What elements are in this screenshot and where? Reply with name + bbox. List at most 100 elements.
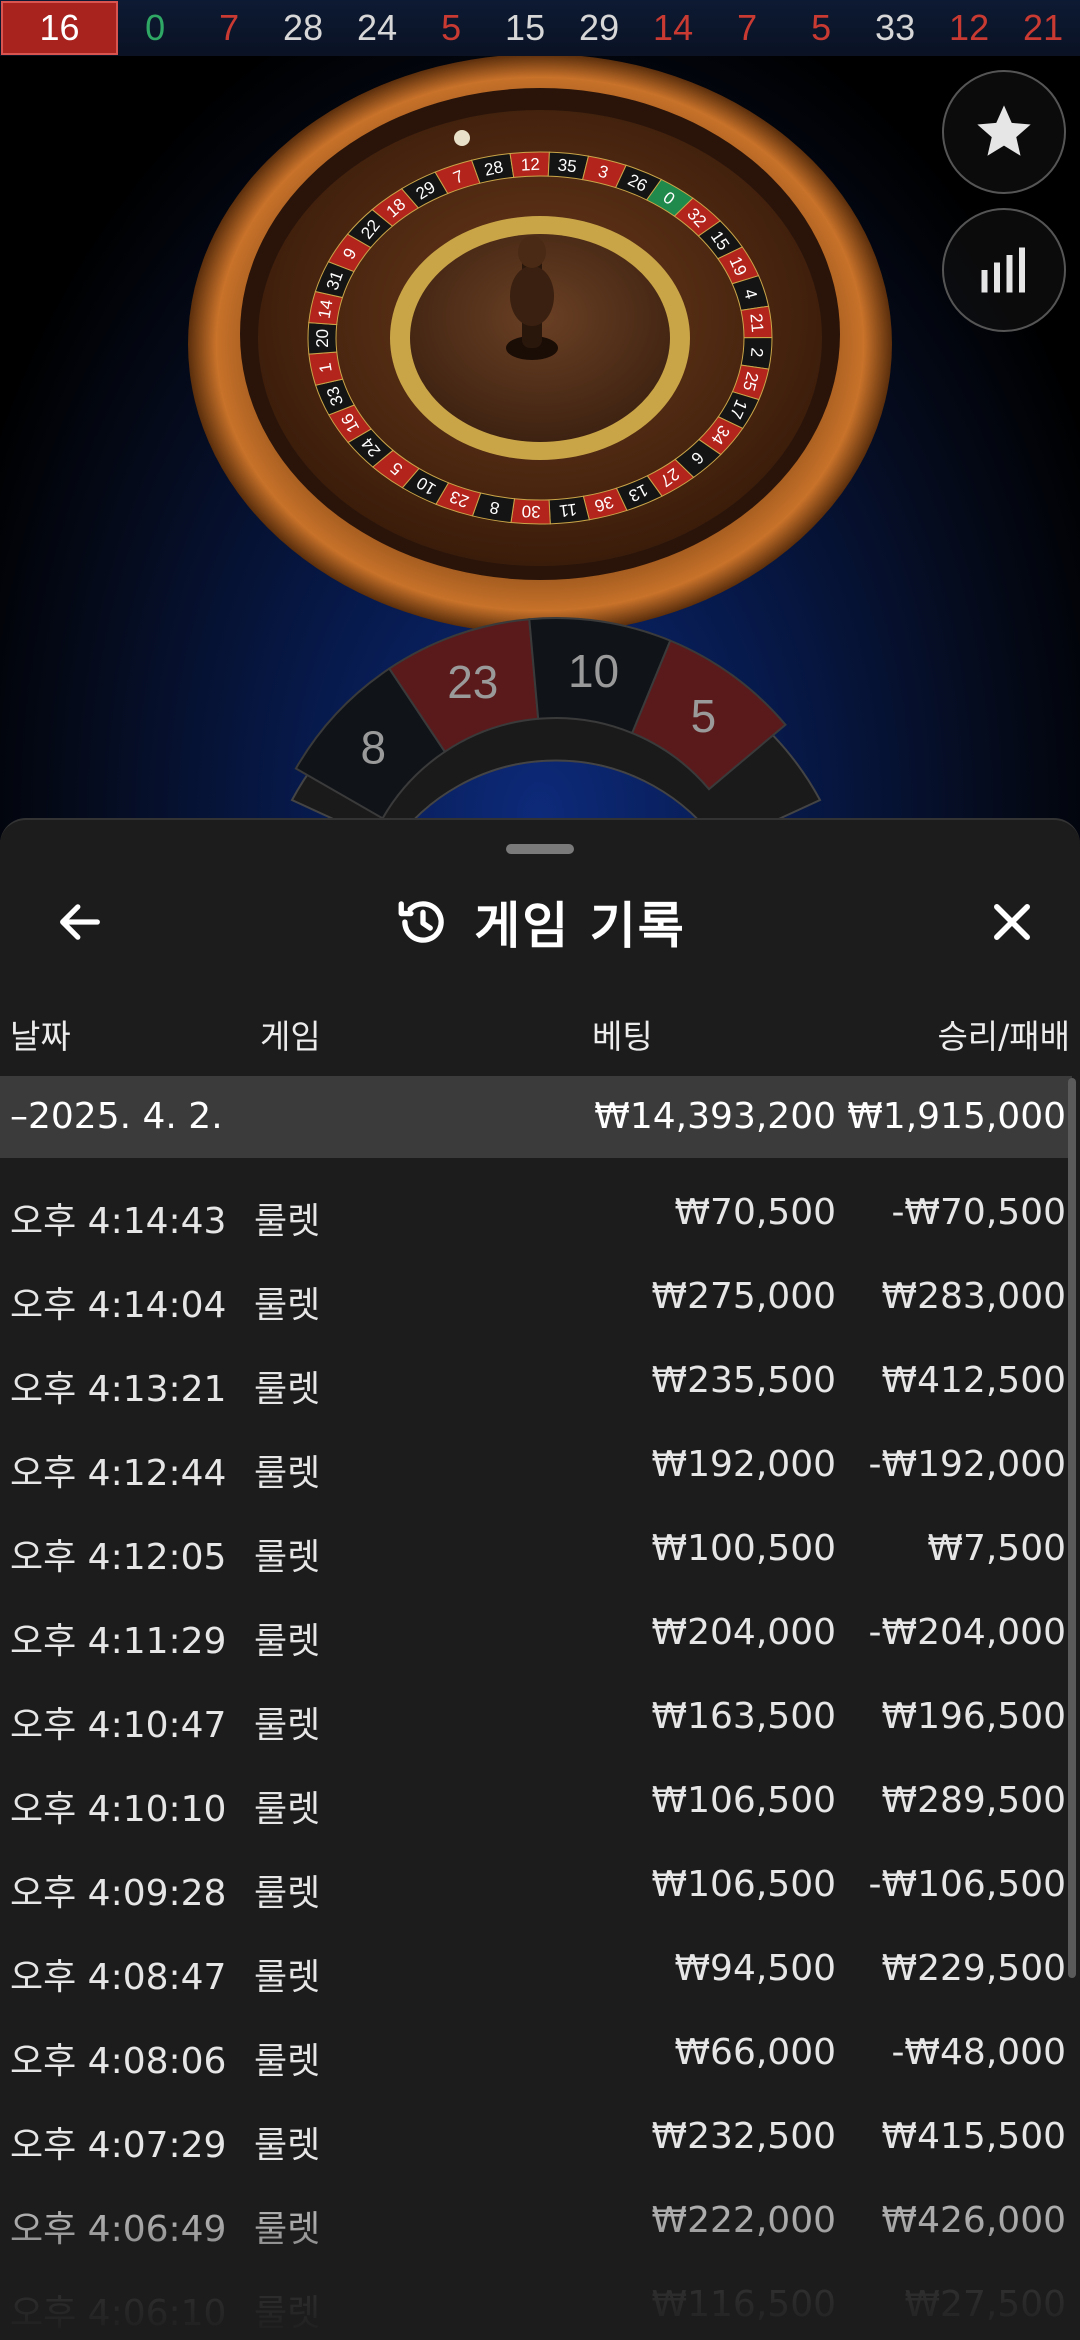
round-bet: ₩66,000 <box>674 2032 836 2073</box>
history-row[interactable]: 오후 4:06:49 룰렛 ₩222,000 ₩426,000 <box>0 2178 1072 2262</box>
round-win-loss: ₩289,500 <box>881 1780 1066 1821</box>
round-time: 오후 4:06:10 <box>10 2293 227 2334</box>
close-icon <box>994 904 1030 940</box>
wheel-turret-top <box>518 236 546 268</box>
round-bet: ₩70,500 <box>674 1192 836 1233</box>
history-row[interactable]: 오후 4:09:28 룰렛 ₩106,500 -₩106,500 <box>0 1842 1072 1926</box>
history-row[interactable]: 오후 4:12:44 룰렛 ₩192,000 -₩192,000 <box>0 1422 1072 1506</box>
round-win-loss: ₩283,000 <box>881 1276 1066 1317</box>
statistics-button[interactable] <box>942 208 1066 332</box>
round-game: 룰렛 <box>254 1621 321 1662</box>
history-row[interactable]: 오후 4:12:05 룰렛 ₩100,500 ₩7,500 <box>0 1506 1072 1590</box>
roulette-ball <box>454 130 470 146</box>
column-header-game: 게임 <box>260 1017 321 1056</box>
round-game: 룰렛 <box>254 1957 321 1998</box>
wheel-number: 11 <box>558 499 578 520</box>
round-win-loss: -₩48,000 <box>891 2032 1066 2073</box>
round-bet: ₩275,000 <box>651 1276 836 1317</box>
game-history-panel: 게임 기록 날짜 게임 베팅 승리/패배 –2025. 4. 2. ₩14,39… <box>0 818 1080 2340</box>
round-time: 오후 4:10:47 <box>10 1705 227 1746</box>
result-number: 15 <box>505 7 546 48</box>
history-row[interactable]: 오후 4:10:47 룰렛 ₩163,500 ₩196,500 <box>0 1674 1072 1758</box>
round-time: 오후 4:07:29 <box>10 2125 227 2166</box>
racetrack-number: 23 <box>447 656 498 708</box>
round-game: 룰렛 <box>254 1453 321 1494</box>
result-number: 24 <box>357 7 398 48</box>
history-row[interactable]: 오후 4:08:47 룰렛 ₩94,500 ₩229,500 <box>0 1926 1072 2010</box>
round-game: 룰렛 <box>254 2041 321 2082</box>
round-time: 오후 4:14:04 <box>10 1285 227 1326</box>
result-number: 7 <box>737 7 758 48</box>
round-game: 룰렛 <box>254 1705 321 1746</box>
history-row[interactable]: 오후 4:06:10 룰렛 ₩116,500 ₩27,500 <box>0 2262 1072 2340</box>
date-group-label: –2025. 4. 2. <box>10 1096 223 1137</box>
round-time: 오후 4:13:21 <box>10 1369 227 1410</box>
history-row[interactable]: 오후 4:11:29 룰렛 ₩204,000 -₩204,000 <box>0 1590 1072 1674</box>
history-row[interactable]: 오후 4:08:06 룰렛 ₩66,000 -₩48,000 <box>0 2010 1072 2094</box>
round-win-loss: -₩192,000 <box>868 1444 1066 1485</box>
favorites-button[interactable] <box>942 70 1066 194</box>
history-row[interactable]: 오후 4:14:43 룰렛 ₩70,500 -₩70,500 <box>0 1170 1072 1254</box>
result-number: 5 <box>441 7 462 48</box>
panel-header: 게임 기록 <box>0 872 1080 972</box>
history-row[interactable]: 오후 4:14:04 룰렛 ₩275,000 ₩283,000 <box>0 1254 1072 1338</box>
result-number: 5 <box>811 7 832 48</box>
result-number: 29 <box>579 7 620 48</box>
round-time: 오후 4:14:43 <box>10 1201 227 1242</box>
wheel-number: 28 <box>483 157 506 180</box>
wheel-number: 14 <box>315 298 337 320</box>
round-game: 룰렛 <box>254 1369 321 1410</box>
game-video-area: 0 32 15 19 4 21 2 25 17 34 6 27 13 36 11 30 8 23 10 5 24 16 33… <box>0 56 1080 856</box>
round-game: 룰렛 <box>254 1285 321 1326</box>
round-bet: ₩232,500 <box>651 2116 836 2157</box>
wheel-number: 12 <box>520 155 540 175</box>
round-bet: ₩235,500 <box>651 1360 836 1401</box>
round-game: 룰렛 <box>254 2293 321 2334</box>
history-row[interactable]: 오후 4:13:21 룰렛 ₩235,500 ₩412,500 <box>0 1338 1072 1422</box>
round-bet: ₩222,000 <box>651 2200 836 2241</box>
round-win-loss: ₩412,500 <box>881 1360 1066 1401</box>
result-number: 33 <box>875 7 916 48</box>
drag-handle[interactable] <box>506 844 574 854</box>
history-row[interactable]: 오후 4:10:10 룰렛 ₩106,500 ₩289,500 <box>0 1758 1072 1842</box>
wheel-number: 35 <box>557 155 578 176</box>
wheel-number: 2 <box>747 347 767 358</box>
round-win-loss: ₩229,500 <box>881 1948 1066 1989</box>
round-win-loss: -₩70,500 <box>891 1192 1066 1233</box>
round-bet: ₩106,500 <box>651 1864 836 1905</box>
round-game: 룰렛 <box>254 2209 321 2250</box>
date-group-row[interactable]: –2025. 4. 2. ₩14,393,200 ₩1,915,000 <box>0 1076 1072 1158</box>
wheel-turret-knob <box>510 266 554 326</box>
wheel-number: 20 <box>313 329 332 348</box>
panel-title-group: 게임 기록 <box>0 872 1080 972</box>
roulette-wheel-illustration: 0321519421225173462713361130823105241633… <box>188 56 892 848</box>
result-number: 12 <box>949 7 990 48</box>
round-win-loss: ₩7,500 <box>927 1528 1066 1569</box>
round-game: 룰렛 <box>254 1201 321 1242</box>
scrollbar[interactable] <box>1068 1078 1076 1978</box>
column-header-date: 날짜 <box>10 1017 71 1056</box>
history-list: 오후 4:14:43 룰렛 ₩70,500 -₩70,500 오후 4:14:04 룰렛 ₩… <box>0 1170 1072 2340</box>
round-bet: ₩116,500 <box>651 2284 836 2325</box>
recent-results-bar: 16 0 7 28 24 5 15 29 14 7 5 33 12 21 <box>0 0 1080 56</box>
history-row[interactable]: 오후 4:07:29 룰렛 ₩232,500 ₩415,500 <box>0 2094 1072 2178</box>
close-button[interactable] <box>980 890 1044 954</box>
racetrack-number: 10 <box>568 645 619 697</box>
racetrack-number: 8 <box>361 721 387 773</box>
date-group-win-total: ₩1,915,000 <box>847 1096 1066 1137</box>
round-win-loss: ₩27,500 <box>904 2284 1066 2325</box>
wheel-number: 30 <box>521 501 541 521</box>
column-header-win-loss: 승리/패배 <box>937 1017 1070 1056</box>
result-number: 14 <box>653 7 694 48</box>
wheel-number: 21 <box>746 313 767 333</box>
racetrack-number: 5 <box>691 690 717 742</box>
table-header: 날짜 게임 베팅 승리/패배 <box>0 1000 1080 1070</box>
panel-title: 게임 기록 <box>474 897 686 955</box>
round-bet: ₩94,500 <box>674 1948 836 1989</box>
result-number: 28 <box>283 7 324 48</box>
round-time: 오후 4:11:29 <box>10 1621 227 1662</box>
round-win-loss: ₩426,000 <box>881 2200 1066 2241</box>
round-win-loss: -₩204,000 <box>868 1612 1066 1653</box>
round-time: 오후 4:06:49 <box>10 2209 227 2250</box>
round-bet: ₩192,000 <box>651 1444 836 1485</box>
